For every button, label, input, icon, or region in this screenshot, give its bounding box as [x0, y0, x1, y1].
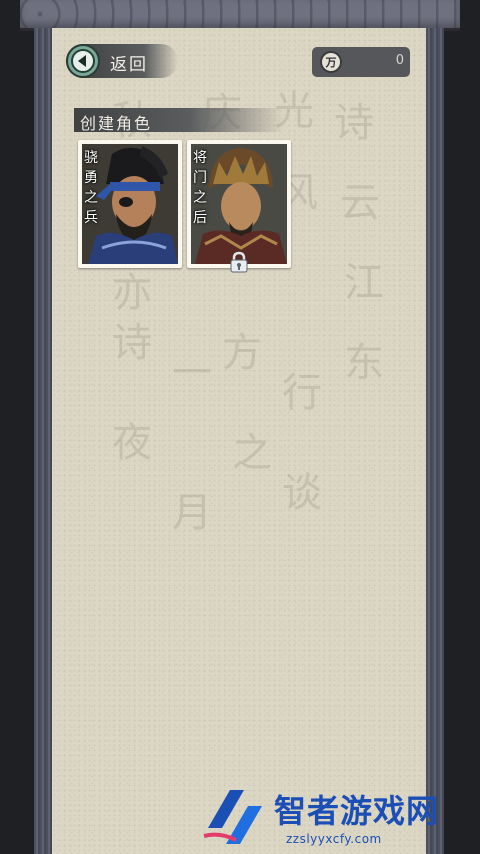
scroll-frame-left	[34, 28, 52, 854]
character-card-2[interactable]: 将 门 之 后	[187, 140, 291, 268]
section-title: 创建角色	[80, 114, 153, 133]
character-name-char: 将	[193, 150, 207, 166]
character-name-char: 勇	[84, 170, 98, 186]
top-scroll-banner	[20, 0, 460, 31]
back-arrow-triangle	[78, 55, 86, 67]
banner-pattern	[20, 0, 460, 28]
section-title-bar: 创建角色	[74, 108, 284, 133]
currency-value: 0	[395, 53, 404, 68]
watermark-text: 智者游戏网	[274, 792, 440, 830]
character-name-1: 骁 勇 之 兵	[84, 148, 104, 228]
character-name-char: 兵	[84, 210, 98, 226]
character-name-char: 门	[193, 170, 207, 186]
character-name-2: 将 门 之 后	[193, 148, 213, 228]
watermark-logo-icon	[203, 790, 262, 844]
watermark-url: zzslyyxcfy.com	[286, 832, 382, 846]
back-arrow-icon[interactable]	[66, 44, 100, 78]
back-button-label[interactable]: 返回	[110, 50, 148, 75]
scroll-frame-right	[426, 28, 444, 854]
coin-icon: 万	[320, 51, 342, 73]
character-card-1[interactable]: 骁 勇 之 兵	[78, 140, 182, 268]
back-arrow-inner	[71, 49, 95, 73]
lock-icon	[230, 251, 248, 273]
character-name-char: 之	[84, 190, 98, 206]
character-name-char: 之	[193, 190, 207, 206]
character-name-char: 后	[193, 210, 207, 226]
watermark: 智者游戏网 zzslyyxcfy.com	[200, 782, 480, 854]
character-name-char: 骁	[84, 150, 98, 166]
